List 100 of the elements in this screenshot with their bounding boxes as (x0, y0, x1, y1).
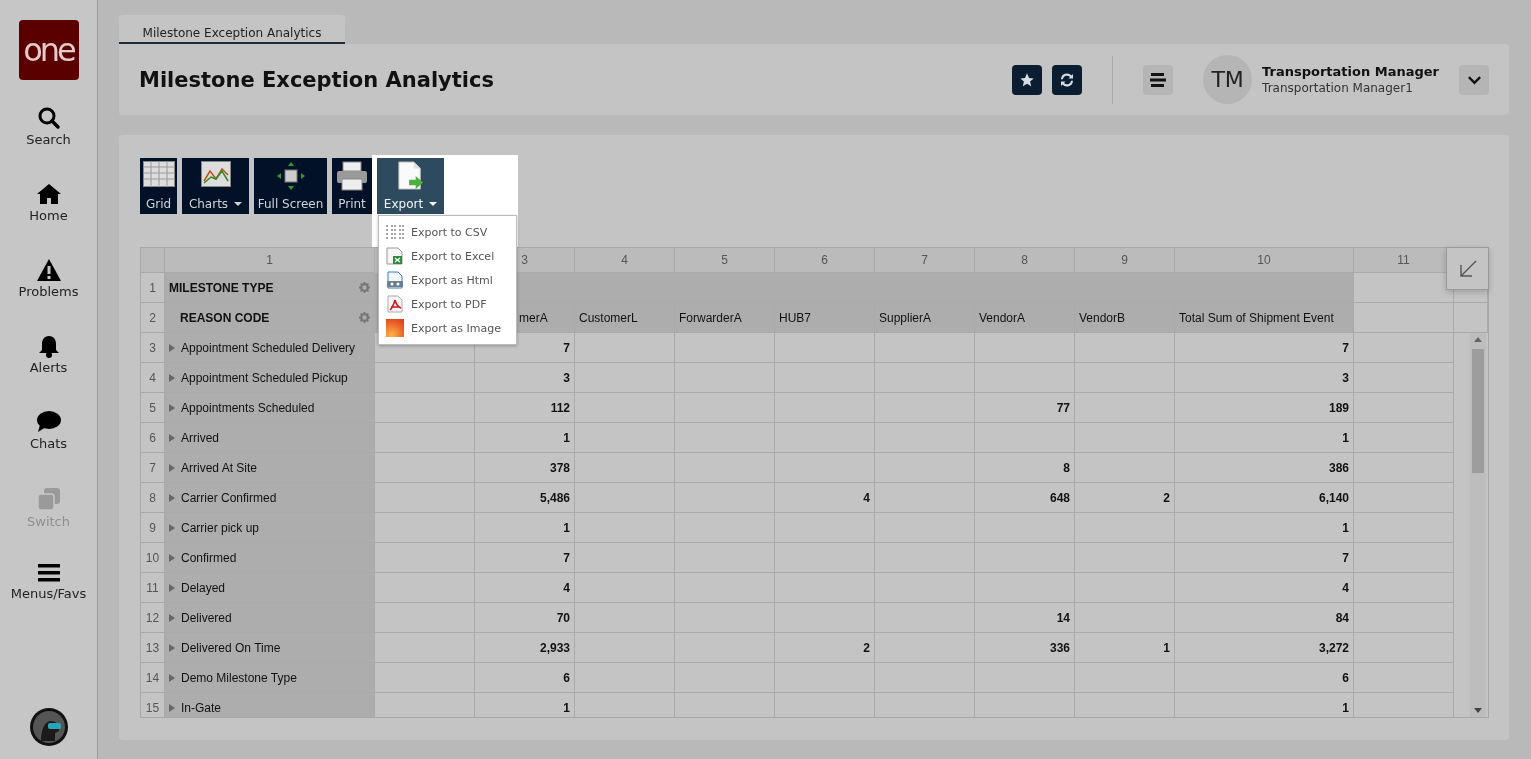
row-label: Arrived (181, 430, 219, 445)
dimension-header: MILESTONE TYPE (169, 280, 274, 295)
user-menu-button[interactable] (1459, 64, 1489, 95)
expand-icon[interactable] (169, 403, 175, 412)
table-cell: 1 (475, 423, 575, 453)
table-cell: 1 (1175, 513, 1354, 543)
gear-icon[interactable] (359, 282, 370, 293)
table-cell: 648 (975, 483, 1075, 513)
row-label: Delayed (181, 580, 226, 595)
sidebar-item[interactable]: Search (0, 106, 98, 182)
table-icon (142, 161, 175, 187)
menu-item[interactable]: Export to CSV (379, 220, 516, 244)
table-cell: 2 (775, 633, 875, 663)
row-label: Carrier pick up (181, 520, 260, 535)
favorite-button[interactable] (1012, 64, 1043, 95)
table-cell: 2 (1075, 483, 1175, 513)
windows-icon (35, 486, 62, 512)
table-cell: 1 (475, 513, 575, 543)
table-cell: 8 (975, 453, 1075, 483)
toolbar-button[interactable]: Full Screen (254, 158, 327, 214)
page-tab[interactable]: Milestone Exception Analytics (119, 15, 345, 44)
expand-icon[interactable] (169, 373, 175, 382)
table-cell: 1 (1175, 693, 1354, 717)
column-header: HUB7 (775, 303, 875, 333)
table-cell: 386 (1175, 453, 1354, 483)
spreadsheet-file-icon (386, 247, 404, 265)
table-cell: 336 (975, 633, 1075, 663)
table-cell: 7 (1175, 333, 1354, 363)
avatar-icon[interactable] (28, 707, 69, 747)
table-cell: 3 (1175, 363, 1354, 393)
user-role: Transportation Manager1 (1262, 81, 1414, 95)
sidebar-item[interactable]: Chats (0, 410, 98, 486)
chevron-down-icon (1466, 74, 1482, 85)
sidebar-item[interactable]: Menus/Favs (0, 562, 98, 638)
row-label: Appointment Scheduled Delivery (181, 340, 356, 355)
table-cell: 7 (475, 543, 575, 573)
star-icon (1019, 71, 1036, 88)
table-cell: 4 (1175, 573, 1354, 603)
expand-icon[interactable] (169, 703, 175, 712)
expand-icon[interactable] (169, 613, 175, 622)
page-title: Milestone Exception Analytics (139, 67, 495, 92)
toolbar-button[interactable]: Export (377, 158, 444, 214)
column-header: VendorB (1075, 303, 1175, 333)
document-arrow-icon (396, 161, 425, 191)
table-cell: 14 (975, 603, 1075, 633)
table-cell: 1 (475, 693, 575, 717)
warning-icon (35, 258, 62, 282)
expand-icon[interactable] (169, 433, 175, 442)
row-label: Arrived At Site (181, 460, 258, 475)
menu-button[interactable] (1143, 64, 1174, 95)
chat-bubble-icon (35, 410, 62, 434)
expand-icon[interactable] (169, 553, 175, 562)
table-cell: 378 (475, 453, 575, 483)
table-cell: 2,933 (475, 633, 575, 663)
table-cell: 3 (475, 363, 575, 393)
column-header: SupplierA (875, 303, 975, 333)
toolbar-button[interactable]: Charts (182, 158, 249, 214)
table-cell: 84 (1175, 603, 1354, 633)
table-cell: 4 (475, 573, 575, 603)
search-icon (36, 106, 61, 130)
sidebar-item[interactable]: Alerts (0, 334, 98, 410)
arrow-down-left-icon (1457, 258, 1478, 279)
logo: one (18, 20, 79, 80)
printer-icon (336, 161, 368, 191)
table-cell: 5,486 (475, 483, 575, 513)
table-cell: 6 (1175, 663, 1354, 693)
pdf-file-icon (386, 295, 404, 313)
row-label: Delivered (181, 610, 232, 625)
column-header: ForwarderA (675, 303, 775, 333)
table-cell: 4 (775, 483, 875, 513)
gear-icon[interactable] (359, 312, 370, 323)
expand-icon[interactable] (169, 493, 175, 502)
toolbar-button[interactable]: Grid (140, 158, 177, 214)
table-cell: 3,272 (1175, 633, 1354, 663)
row-label: Demo Milestone Type (181, 670, 297, 685)
table-cell: 189 (1175, 393, 1354, 423)
row-label: Delivered On Time (181, 640, 281, 655)
sidebar-item[interactable]: Home (0, 182, 98, 258)
expand-icon[interactable] (169, 673, 175, 682)
row-label: In-Gate (181, 700, 222, 715)
web-file-icon (386, 271, 404, 289)
collapse-button[interactable] (1446, 247, 1489, 290)
column-header: CustomerL (575, 303, 675, 333)
user-avatar: TM (1203, 55, 1253, 104)
table-cell: 7 (1175, 543, 1354, 573)
table-cell: 1 (1075, 633, 1175, 663)
refresh-button[interactable] (1052, 64, 1083, 95)
list-icon (386, 224, 404, 240)
table-cell: 6,140 (1175, 483, 1354, 513)
expand-icon[interactable] (169, 643, 175, 652)
user-name: Transportation Manager (1262, 64, 1439, 79)
column-header: Total Sum of Shipment Event (1175, 303, 1354, 333)
expand-icon[interactable] (169, 463, 175, 472)
toolbar-button[interactable]: Print (332, 158, 372, 214)
expand-icon[interactable] (169, 523, 175, 532)
image-icon (386, 319, 404, 337)
home-icon (35, 182, 62, 206)
sidebar-item[interactable]: Problems (0, 258, 98, 334)
expand-icon[interactable] (169, 343, 175, 352)
expand-icon[interactable] (169, 583, 175, 592)
